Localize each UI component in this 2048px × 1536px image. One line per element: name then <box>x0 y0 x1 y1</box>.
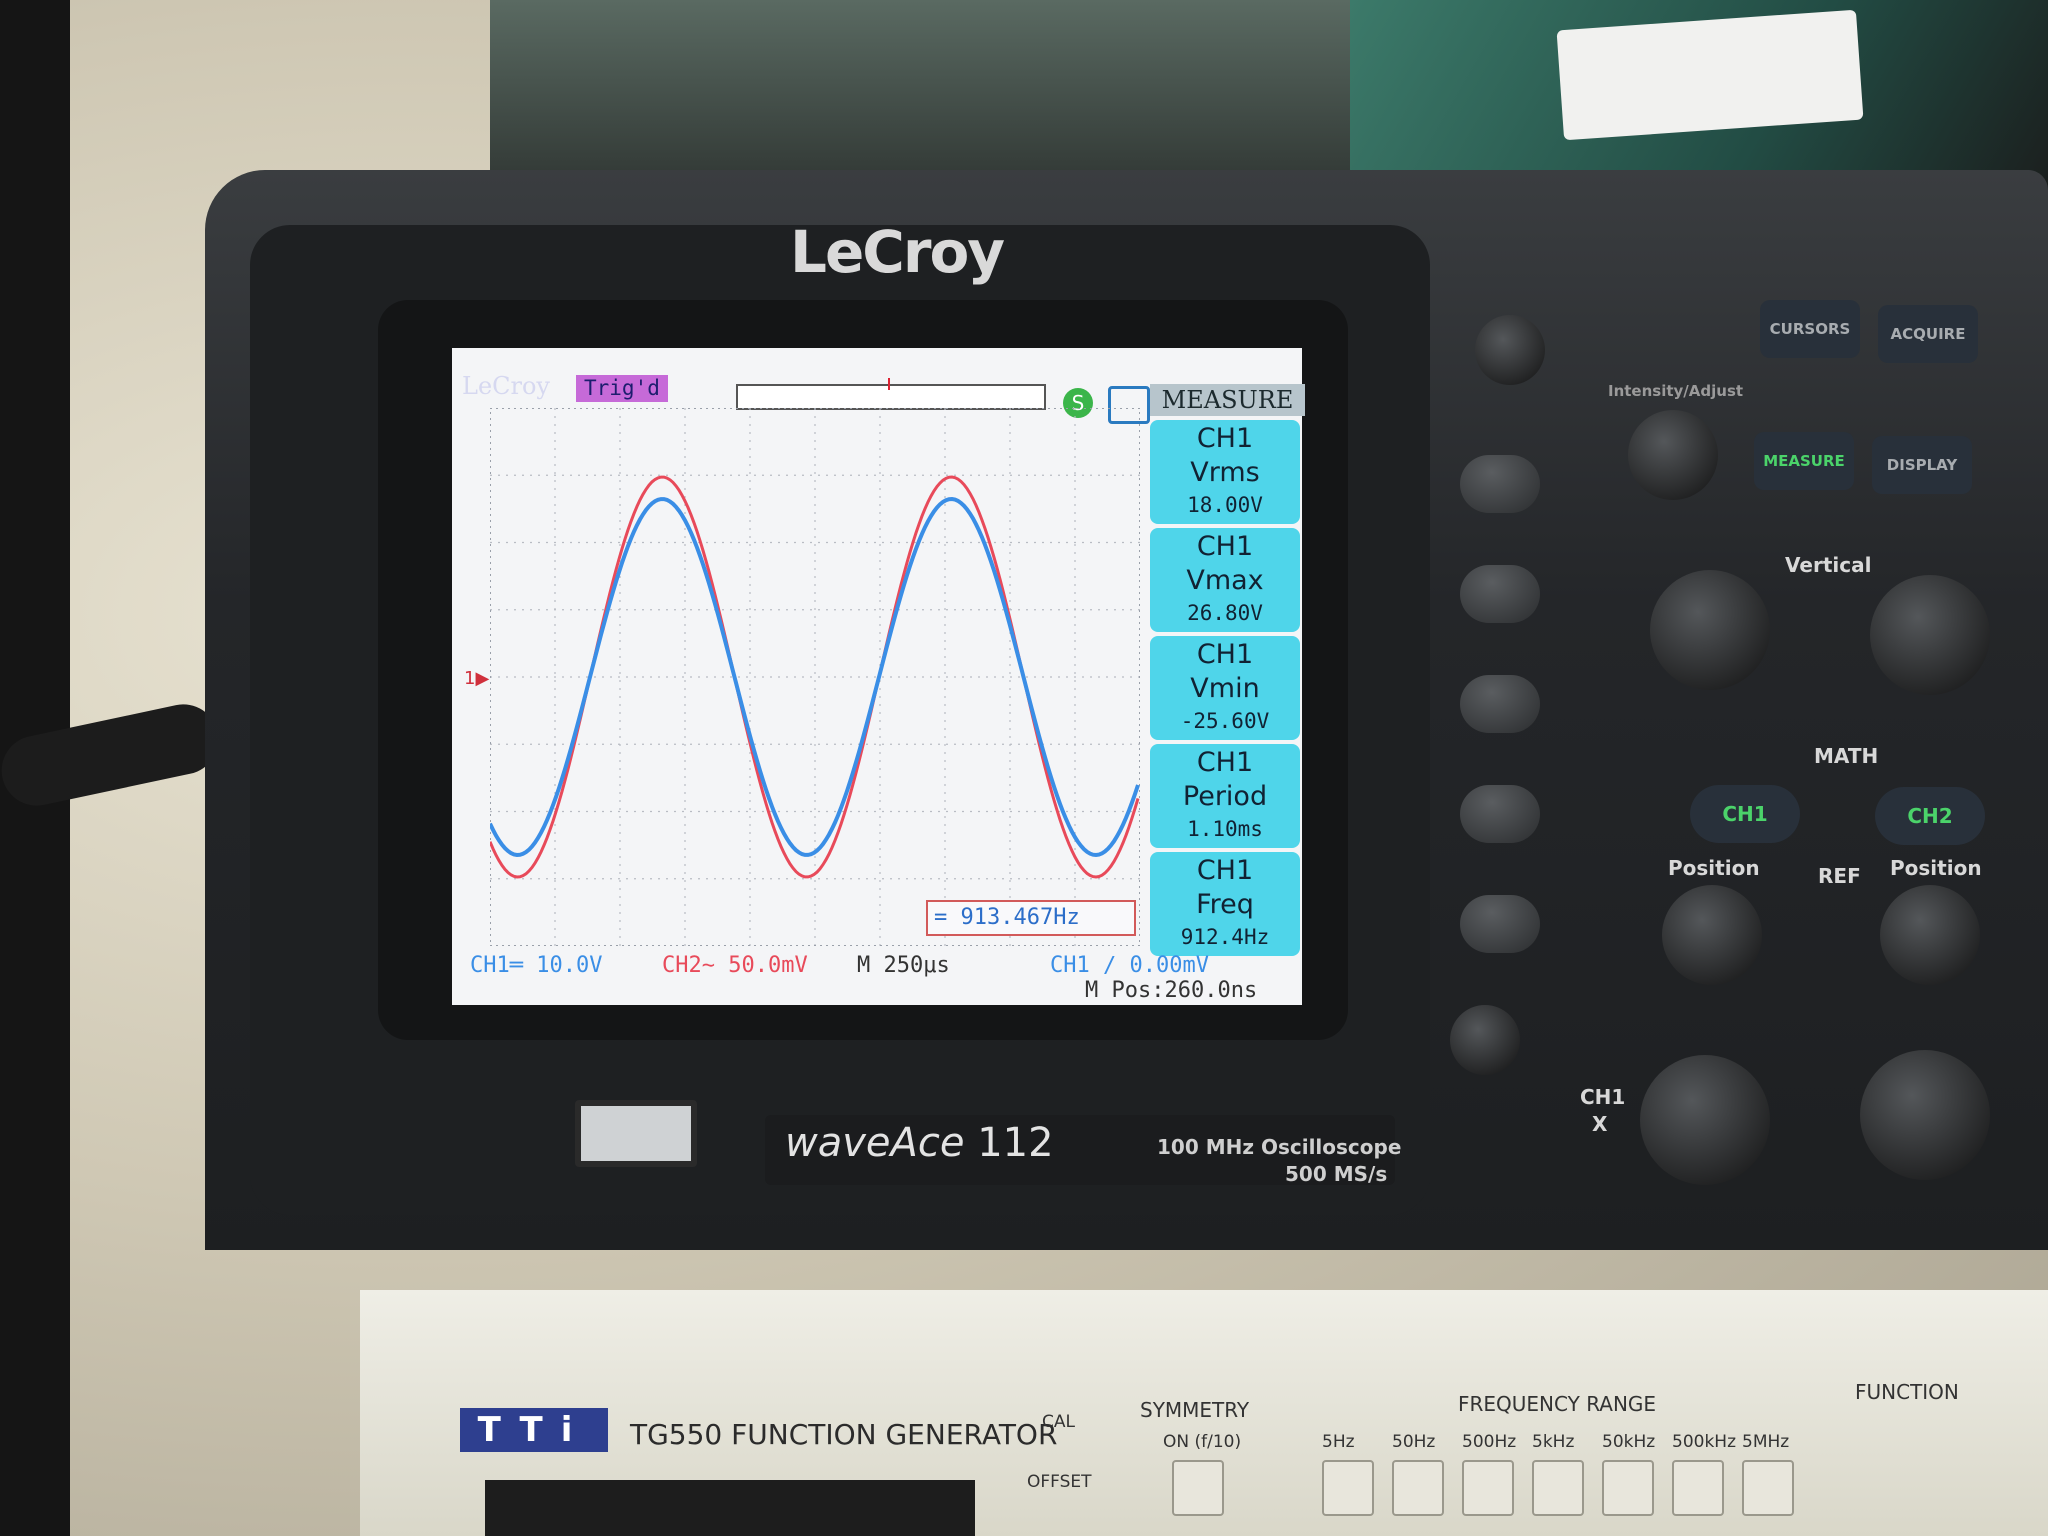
cursors-button[interactable]: CURSORS <box>1760 300 1860 358</box>
tti-logo: TTi <box>460 1408 608 1452</box>
range-label-5hz: 5Hz <box>1322 1432 1355 1452</box>
usb-port[interactable] <box>575 1100 697 1167</box>
symmetry-label: SYMMETRY <box>1140 1398 1250 1422</box>
background-white-object <box>1556 9 1864 141</box>
measure-channel: CH1 <box>1196 531 1254 562</box>
range-button-5mhz[interactable] <box>1742 1460 1794 1516</box>
measure-menu-title: MEASURE <box>1150 384 1305 416</box>
softkey-4-button[interactable] <box>1460 785 1540 843</box>
graticule-grid <box>490 408 1140 946</box>
menu-knob[interactable] <box>1475 315 1545 385</box>
ch2-position-knob[interactable] <box>1880 885 1980 985</box>
generator-display <box>485 1480 975 1536</box>
horizontal-position-readout: M Pos:260.0ns <box>1085 978 1258 1003</box>
measure-name: Vmin <box>1190 673 1260 704</box>
model-number: 112 <box>977 1120 1054 1166</box>
acquire-button[interactable]: ACQUIRE <box>1878 305 1978 363</box>
range-button-5khz[interactable] <box>1532 1460 1584 1516</box>
ref-label: REF <box>1818 864 1861 888</box>
range-button-50khz[interactable] <box>1602 1460 1654 1516</box>
display-button[interactable]: DISPLAY <box>1872 436 1972 494</box>
range-button-5hz[interactable] <box>1322 1460 1374 1516</box>
range-label-5khz: 5kHz <box>1532 1432 1575 1452</box>
measure-channel: CH1 <box>1196 855 1254 886</box>
range-label-500khz: 500kHz <box>1672 1432 1736 1452</box>
softkey-3-button[interactable] <box>1460 675 1540 733</box>
ch1-position-label: Position <box>1668 856 1760 880</box>
ch1-scale-readout: CH1═ 10.0V <box>470 953 603 978</box>
range-label-50khz: 50kHz <box>1602 1432 1656 1452</box>
measure-channel: CH1 <box>1196 423 1254 454</box>
measure-channel: CH1 <box>1196 639 1254 670</box>
ch2-bnc-connector[interactable] <box>1860 1050 1990 1180</box>
measure-value: 26.80V <box>1187 601 1263 625</box>
measure-slot-vmin[interactable]: CH1 Vmin -25.60V <box>1150 636 1300 740</box>
measure-value: 1.10ms <box>1187 817 1263 841</box>
range-label-5mhz: 5MHz <box>1742 1432 1790 1452</box>
range-button-500khz[interactable] <box>1672 1460 1724 1516</box>
measure-slot-vrms[interactable]: CH1 Vrms 18.00V <box>1150 420 1300 524</box>
trigger-status-badge: Trig'd <box>576 375 668 402</box>
measure-name: Period <box>1182 781 1268 812</box>
cal-label: CAL <box>1042 1412 1075 1432</box>
function-label: FUNCTION <box>1855 1380 1959 1404</box>
lower-knob[interactable] <box>1450 1005 1520 1075</box>
memory-position-bar <box>736 384 1046 410</box>
measure-channel: CH1 <box>1196 747 1254 778</box>
softkey-2-button[interactable] <box>1460 565 1540 623</box>
softkey-1-button[interactable] <box>1460 455 1540 513</box>
measure-value: 18.00V <box>1187 493 1263 517</box>
ch1-input-sublabel: X <box>1592 1112 1608 1136</box>
model-name: waveAce 112 <box>785 1120 1054 1166</box>
timebase-readout: M 250μs <box>857 953 950 978</box>
measure-slot-freq[interactable]: CH1 Freq 912.4Hz <box>1150 852 1300 956</box>
ch1-input-label: CH1 <box>1580 1085 1626 1109</box>
frequency-range-label: FREQUENCY RANGE <box>1458 1392 1657 1416</box>
range-label-50hz: 50Hz <box>1392 1432 1436 1452</box>
ch2-position-label: Position <box>1890 856 1982 880</box>
sample-rate-spec: 500 MS/s <box>1285 1162 1388 1186</box>
measure-button[interactable]: MEASURE <box>1754 432 1854 490</box>
ch2-scale-readout: CH2∼ 50.0mV <box>662 953 808 978</box>
symmetry-sublabel: ON (f/10) <box>1163 1432 1242 1452</box>
frequency-counter-readout: = 913.467Hz <box>926 900 1136 936</box>
trigger-setting-readout: CH1 ∕ 0.00mV <box>1050 953 1209 978</box>
ch2-volts-div-knob[interactable] <box>1870 575 1990 695</box>
math-label: MATH <box>1814 744 1879 768</box>
range-button-50hz[interactable] <box>1392 1460 1444 1516</box>
symmetry-button[interactable] <box>1172 1460 1224 1516</box>
generator-title: TG550 FUNCTION GENERATOR <box>630 1418 1058 1451</box>
ch1-button[interactable]: CH1 <box>1690 785 1800 843</box>
brand-logo: LeCroy <box>790 218 1005 286</box>
screen-brand-watermark: LeCroy <box>462 372 550 400</box>
bandwidth-spec: 100 MHz Oscilloscope <box>1157 1135 1402 1159</box>
ch1-bnc-connector[interactable] <box>1640 1055 1770 1185</box>
trigger-position-marker <box>888 378 890 390</box>
range-button-500hz[interactable] <box>1462 1460 1514 1516</box>
measure-name: Freq <box>1196 889 1254 920</box>
intensity-adjust-label: Intensity/Adjust <box>1608 382 1744 400</box>
waveform-graticule <box>490 408 1140 946</box>
measure-slot-vmax[interactable]: CH1 Vmax 26.80V <box>1150 528 1300 632</box>
model-prefix: waveAce <box>785 1120 965 1166</box>
range-label-500hz: 500Hz <box>1462 1432 1517 1452</box>
intensity-adjust-knob[interactable] <box>1628 410 1718 500</box>
measure-name: Vmax <box>1186 565 1264 596</box>
offset-label: OFFSET <box>1027 1472 1092 1492</box>
measure-slot-period[interactable]: CH1 Period 1.10ms <box>1150 744 1300 848</box>
measure-name: Vrms <box>1190 457 1260 488</box>
softkey-5-button[interactable] <box>1460 895 1540 953</box>
measure-value: -25.60V <box>1180 709 1270 733</box>
vertical-section-label: Vertical <box>1785 553 1872 577</box>
ground-level-marker: 1▶ <box>464 668 490 689</box>
measure-value: 912.4Hz <box>1180 925 1270 949</box>
ch2-button[interactable]: CH2 <box>1875 787 1985 845</box>
ch1-position-knob[interactable] <box>1662 885 1762 985</box>
ch1-volts-div-knob[interactable] <box>1650 570 1770 690</box>
